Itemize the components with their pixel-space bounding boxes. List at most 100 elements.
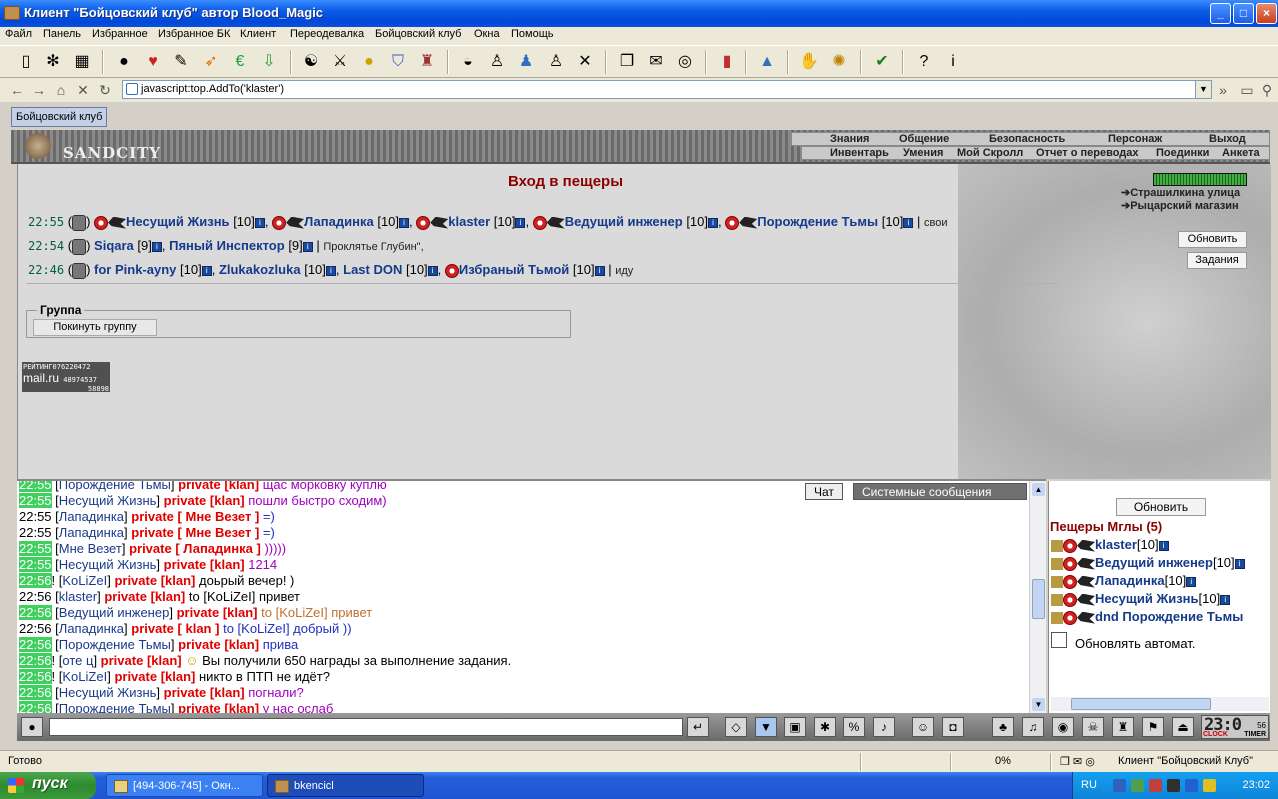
stamp-icon[interactable]: ♙ xyxy=(545,51,567,73)
eraser-icon[interactable]: ◇ xyxy=(725,717,747,737)
skull-icon[interactable]: ☠ xyxy=(1082,717,1104,737)
menu-help[interactable]: Помощь xyxy=(511,28,554,40)
player-link[interactable]: Порождение Тьмы xyxy=(757,214,878,229)
home-icon[interactable]: ⌂ xyxy=(52,81,70,99)
chat-recipient[interactable]: [klan] xyxy=(161,669,196,684)
info-icon[interactable]: i xyxy=(1234,558,1245,569)
pyramid-icon[interactable]: ▲ xyxy=(756,51,778,73)
tools-icon[interactable]: ✕ xyxy=(574,51,596,73)
online-user[interactable]: dnd Порождение Тьмы xyxy=(1051,609,1243,625)
tasks-button[interactable]: Задания xyxy=(1187,252,1247,269)
info-icon[interactable]: i xyxy=(515,217,526,228)
online-user[interactable]: Ведущий инженер[10] i xyxy=(1051,555,1245,571)
rating-counter[interactable]: РЕЙТИНГ076220472 mail.ru 48974537 58898 xyxy=(22,362,110,393)
lock-icon[interactable]: ♜ xyxy=(1112,717,1134,737)
bag-icon[interactable]: ♣ xyxy=(992,717,1014,737)
player-link[interactable]: Zlukakozluka xyxy=(219,262,301,277)
auto-refresh-checkbox[interactable] xyxy=(1051,632,1067,648)
online-user[interactable]: Несущий Жизнь[10] i xyxy=(1051,591,1231,607)
info-icon[interactable]: i xyxy=(1220,594,1231,605)
online-user-name[interactable]: Лападинка xyxy=(1095,573,1165,588)
chat-time[interactable]: 22:55 xyxy=(19,509,52,524)
chat-time[interactable]: 22:56 xyxy=(19,685,52,700)
invite-icon[interactable] xyxy=(1051,539,1063,552)
tab-chat[interactable]: Чат xyxy=(805,483,843,500)
chat-time[interactable]: 22:56 xyxy=(19,637,52,652)
chat-nick[interactable]: Лападинка xyxy=(59,509,124,524)
player-link[interactable]: Избраный Тьмой xyxy=(459,262,569,277)
book-icon[interactable]: ▯ xyxy=(15,51,37,73)
chat-nick[interactable]: Мне Везет xyxy=(59,541,122,556)
url-dropdown-icon[interactable]: ▼ xyxy=(1195,81,1211,98)
chat-recipient[interactable]: [klan] xyxy=(210,493,245,508)
send-icon[interactable]: ↵ xyxy=(687,717,709,737)
nav-inventory[interactable]: Инвентарь xyxy=(830,147,889,159)
scroll-thumb[interactable] xyxy=(1032,579,1045,619)
nav-my-scroll[interactable]: Мой Скролл xyxy=(957,147,1023,159)
scroll-icon[interactable]: ✎ xyxy=(170,51,192,73)
scroll-up-icon[interactable]: ▲ xyxy=(1032,483,1045,496)
menu-favorites-bk[interactable]: Избранное БК xyxy=(158,28,230,40)
refresh-button[interactable]: Обновить xyxy=(1178,231,1247,248)
chat-recipient[interactable]: [klan] xyxy=(210,557,245,572)
nav-transfer-report[interactable]: Отчет о переводах xyxy=(1036,147,1139,159)
menu-panel[interactable]: Панель xyxy=(43,28,81,40)
chat-time[interactable]: 22:56 xyxy=(19,605,52,620)
invite-icon[interactable] xyxy=(1051,575,1063,588)
tray-shield-icon[interactable] xyxy=(1185,779,1198,792)
tab-fight-club[interactable]: Бойцовский клуб xyxy=(11,107,108,127)
shield-icon[interactable]: ⛉ xyxy=(387,51,409,73)
menu-client[interactable]: Клиент xyxy=(240,28,276,40)
chat-nick[interactable]: klaster xyxy=(59,589,97,604)
player-link[interactable]: for Pink-ayny xyxy=(94,262,176,277)
chat-nick[interactable]: Ведущий инженер xyxy=(59,605,170,620)
online-user-name[interactable]: dnd Порождение Тьмы xyxy=(1095,609,1243,624)
medal-icon[interactable]: ● xyxy=(358,51,380,73)
chat-time[interactable]: 22:55 xyxy=(19,481,52,492)
info-icon[interactable]: i xyxy=(427,265,438,276)
chat-input[interactable] xyxy=(49,718,683,736)
chat-scrollbar[interactable]: ▲ ▼ xyxy=(1029,481,1046,713)
bug-icon[interactable]: ✺ xyxy=(828,51,850,73)
go-icon[interactable]: » xyxy=(1214,81,1232,99)
online-refresh-button[interactable]: Обновить xyxy=(1116,498,1206,516)
nav-fights[interactable]: Поединки xyxy=(1156,147,1209,159)
chat-recipient[interactable]: [klan] xyxy=(224,637,259,652)
nav-security[interactable]: Безопасность xyxy=(989,133,1065,145)
nav-profile[interactable]: Анкета xyxy=(1222,147,1260,159)
chat-recipient[interactable]: [klan] xyxy=(224,701,259,713)
tab-system-messages[interactable]: Системные сообщения xyxy=(853,483,1027,500)
chat-mode-icon[interactable]: ● xyxy=(21,717,43,737)
player-link[interactable]: Last DON xyxy=(343,262,402,277)
tray-volume-icon[interactable] xyxy=(1203,779,1216,792)
scroll-down-icon[interactable]: ▼ xyxy=(1032,698,1045,711)
books-icon[interactable]: ▮ xyxy=(716,51,738,73)
percent-icon[interactable]: % xyxy=(843,717,865,737)
tray-network-icon[interactable] xyxy=(1131,779,1144,792)
player-link[interactable]: klaster xyxy=(448,214,490,229)
handshake-icon[interactable]: ✋ xyxy=(798,51,820,73)
chat-nick[interactable]: Несущий Жизнь xyxy=(59,557,157,572)
invite-icon[interactable] xyxy=(1051,593,1063,606)
nav-skills[interactable]: Умения xyxy=(903,147,943,159)
chat-recipient[interactable]: [ Лападинка ] xyxy=(175,541,260,556)
yin-yang-icon[interactable]: ☯ xyxy=(300,51,322,73)
menu-file[interactable]: Файл xyxy=(5,28,32,40)
chat-time[interactable]: 22:55 xyxy=(19,525,52,540)
tray-spider-icon[interactable] xyxy=(1167,779,1180,792)
player-link[interactable]: Siqara xyxy=(94,238,134,253)
chat-recipient[interactable]: [ Мне Везет ] xyxy=(178,509,260,524)
filter-icon[interactable]: ▼ xyxy=(755,717,777,737)
forward-icon[interactable]: → xyxy=(30,81,48,99)
back-icon[interactable]: ← xyxy=(8,81,26,99)
swords-icon[interactable]: ⚔ xyxy=(329,51,351,73)
down-arrow-icon[interactable]: ⇩ xyxy=(258,51,280,73)
check-icon[interactable]: ✔ xyxy=(871,51,893,73)
castle-icon[interactable]: ♜ xyxy=(416,51,438,73)
chat-time[interactable]: 22:56 xyxy=(19,701,52,713)
invite-icon[interactable] xyxy=(1051,557,1063,570)
chat-recipient[interactable]: [klan] xyxy=(210,685,245,700)
link-knight-shop[interactable]: ➔Рыцарский магазин xyxy=(1121,199,1240,212)
online-user-name[interactable]: Несущий Жизнь xyxy=(1095,591,1199,606)
save-log-icon[interactable]: ▣ xyxy=(784,717,806,737)
